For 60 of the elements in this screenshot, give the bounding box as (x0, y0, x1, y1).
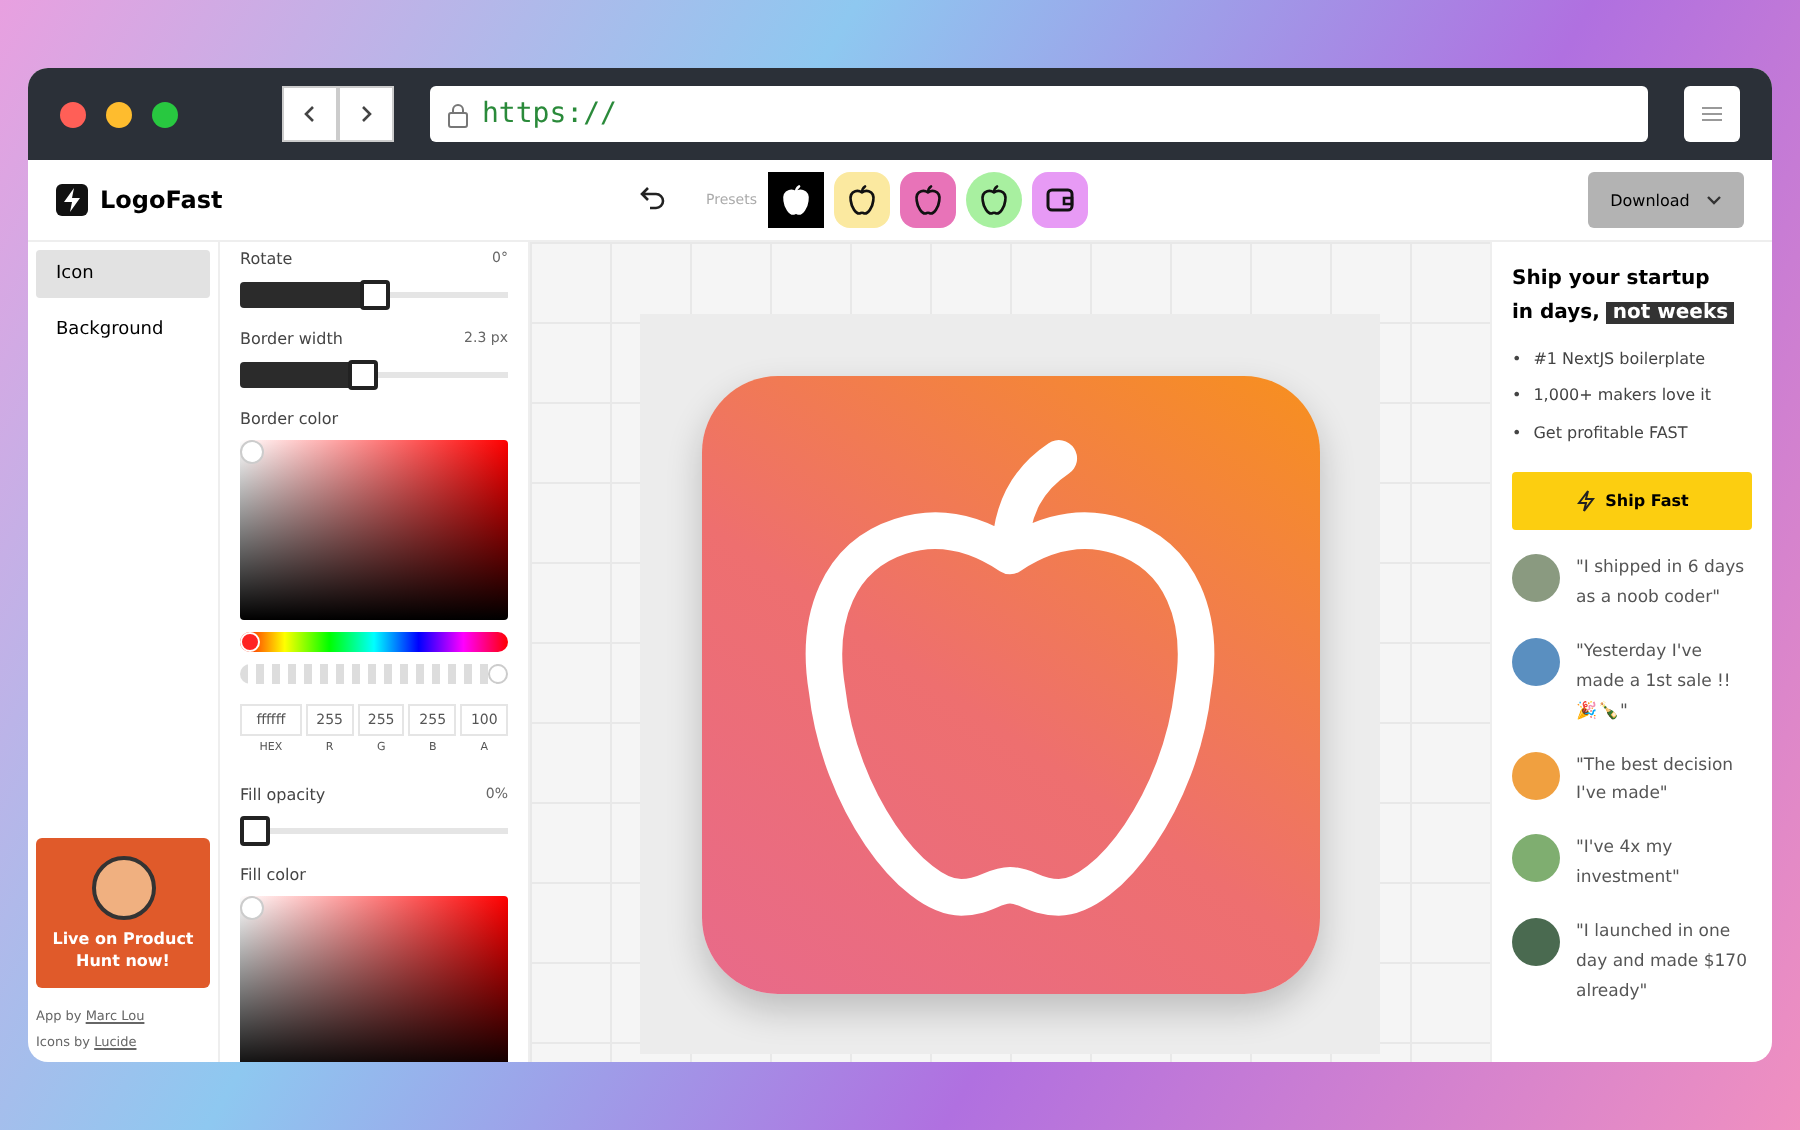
lightning-logo-icon (56, 184, 88, 216)
testimonial-quote: "I've 4x my investment" (1576, 836, 1682, 893)
app-name: LogoFast (100, 186, 223, 214)
chevron-right-icon (356, 104, 376, 124)
picker-handle[interactable] (240, 440, 264, 464)
minimize-dot[interactable] (106, 101, 132, 127)
bullet-item: #1 NextJS boilerplate (1533, 348, 1706, 372)
testimonial-quote: "The best decision I've made" (1576, 753, 1736, 809)
close-dot[interactable] (60, 101, 86, 127)
hue-handle[interactable] (240, 632, 260, 652)
product-hunt-banner[interactable]: Live on Product Hunt now! (36, 838, 210, 989)
undo-icon (640, 185, 666, 209)
preset-button[interactable] (966, 172, 1023, 228)
bullet-marker: • (1512, 421, 1522, 446)
slider-thumb[interactable] (359, 280, 389, 310)
alpha-handle[interactable] (488, 664, 508, 684)
control-label: Fill opacity (240, 786, 326, 804)
control-label: Border width (240, 330, 343, 348)
slider-track[interactable] (240, 280, 508, 310)
preset-button[interactable] (768, 172, 825, 228)
apple-icon (910, 182, 947, 218)
avatar-placeholder (91, 855, 155, 920)
preset-button[interactable] (1032, 172, 1089, 228)
lightning-icon (1575, 490, 1596, 513)
promo-title: Ship your startup in days, not weeks (1512, 262, 1736, 330)
apple-icon (778, 182, 815, 218)
testimonial-quote: "I launched in one day and made $170 already" (1576, 920, 1749, 1006)
slider-thumb[interactable] (347, 360, 378, 390)
slider-track[interactable] (240, 360, 508, 390)
color-picker-area[interactable] (240, 440, 508, 620)
hue-slider[interactable] (240, 632, 508, 652)
sidebar-item[interactable]: Icon (36, 250, 210, 298)
download-button[interactable]: Download (1588, 172, 1744, 228)
bullet-marker: • (1512, 348, 1522, 372)
sliders-icon (1700, 104, 1724, 124)
bullet-marker: • (1512, 384, 1522, 409)
wallet-icon (1044, 184, 1077, 216)
color-picker-area[interactable] (240, 896, 508, 1062)
chevron-left-icon (300, 104, 320, 124)
apple-icon (844, 182, 881, 218)
testimonial-quote: "Yesterday I've made a 1st sale !! 🎉🍾" (1576, 639, 1733, 726)
menu-button[interactable] (1684, 86, 1740, 142)
chevron-down-icon (1705, 194, 1722, 206)
control-label: Rotate (240, 250, 293, 268)
preset-button[interactable] (900, 172, 957, 228)
lock-icon (446, 101, 470, 127)
control-label: Border color (240, 410, 339, 428)
sidebar-item[interactable]: Background (36, 306, 210, 354)
address-bar[interactable]: https:// (430, 86, 1648, 142)
slider-thumb[interactable] (240, 816, 270, 846)
testimonial-quote: "I shipped in 6 days as a noob coder" (1576, 556, 1747, 613)
bullet-item: Get profitable FAST (1533, 421, 1688, 446)
control-label: Fill color (240, 866, 306, 884)
picker-handle[interactable] (240, 896, 264, 920)
ship-fast-button[interactable]: Ship Fast (1512, 472, 1752, 531)
maximize-dot[interactable] (152, 101, 178, 127)
alpha-slider[interactable] (240, 664, 508, 684)
apple-icon (976, 182, 1013, 218)
bullet-item: 1,000+ makers love it (1533, 384, 1712, 409)
preset-button[interactable] (834, 172, 891, 228)
